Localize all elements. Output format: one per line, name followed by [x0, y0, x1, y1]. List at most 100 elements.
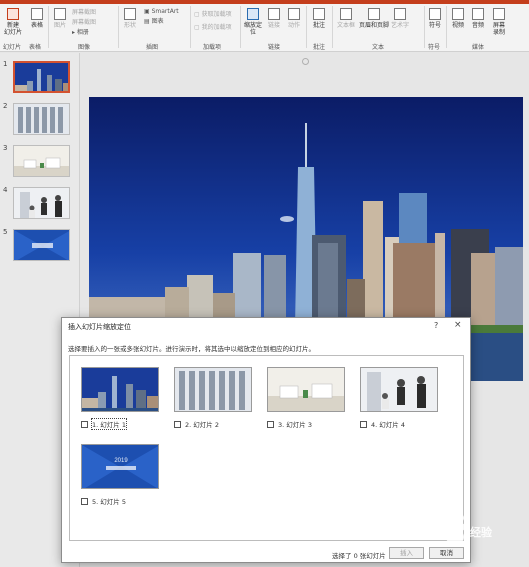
action-label: 动作: [287, 22, 300, 29]
header-footer-label: 页眉和页脚: [359, 22, 390, 29]
group-label-symbols: 符号: [428, 44, 441, 51]
dialog-titlebar[interactable]: 插入幻灯片缩放定位 ? ×: [62, 318, 470, 336]
online-pictures-button[interactable]: 屏幕截图: [72, 19, 96, 27]
link-icon: [268, 8, 280, 20]
header-footer-button[interactable]: 页眉和页脚: [359, 8, 389, 29]
blue-title-slide-image: 2019: [82, 445, 158, 488]
group-label-media: 媒体: [472, 44, 485, 51]
link-button[interactable]: 链接: [266, 8, 282, 29]
comment-button[interactable]: 批注: [310, 8, 328, 29]
shapes-button[interactable]: 形状: [122, 8, 138, 29]
slide-option-thumbnail[interactable]: [267, 367, 345, 412]
slide-option-label[interactable]: 5. 幻灯片 5: [92, 496, 126, 506]
slide-option-5[interactable]: 2019 5. 幻灯片 5: [81, 444, 163, 508]
my-addins-button[interactable]: ▢ 我的加载项: [194, 24, 232, 32]
selection-status: 选择了 0 张幻灯片: [332, 552, 386, 560]
action-button[interactable]: 动作: [286, 8, 302, 29]
slide-option-thumbnail[interactable]: [81, 367, 159, 412]
ribbon-separator: [118, 6, 119, 48]
ribbon-separator: [48, 6, 49, 48]
watermark-text: 经验: [470, 526, 492, 539]
slide-option-checkbox[interactable]: [81, 421, 88, 428]
zoom-label: 缩放定 位: [243, 22, 262, 36]
baidu-jingyan-watermark: 经验: [430, 510, 526, 550]
ribbon: 新建 幻灯片 表格 图片 屏幕截图 屏幕截图 ▸ 相册 形状 ▣ SmartAr…: [0, 0, 529, 52]
slide-thumbnail-5[interactable]: [13, 229, 70, 261]
new-slide-label: 新建 幻灯片: [3, 22, 22, 36]
get-addins-button[interactable]: ▢ 获取加载项: [194, 11, 232, 19]
help-button[interactable]: ?: [434, 321, 438, 330]
video-button[interactable]: 视频: [449, 8, 467, 29]
table-label: 表格: [30, 22, 43, 29]
photo-album-label: 相册: [76, 29, 89, 36]
shapes-label: 形状: [123, 22, 136, 29]
slide-option-thumbnail[interactable]: [174, 367, 252, 412]
thumbnail-number: 1: [3, 60, 8, 68]
comment-icon: [313, 8, 325, 20]
insert-button[interactable]: 插入: [389, 547, 424, 559]
slide-option-label[interactable]: 1. 幻灯片 1: [91, 418, 127, 430]
audio-button[interactable]: 音频: [469, 8, 487, 29]
audio-label: 音频: [471, 22, 484, 29]
images-button[interactable]: 图片: [52, 8, 68, 29]
wordart-button[interactable]: 艺术字: [391, 8, 409, 29]
office-interior-image: [14, 146, 69, 176]
comment-label: 批注: [312, 22, 325, 29]
photo-album-button[interactable]: ▸ 相册: [72, 29, 89, 37]
slide-option-thumbnail[interactable]: 2019: [81, 444, 159, 489]
thumbnail-number: 3: [3, 144, 8, 152]
slide-option-label[interactable]: 2. 幻灯片 2: [185, 419, 219, 429]
slide-option-thumbnail[interactable]: [360, 367, 438, 412]
ribbon-separator: [332, 6, 333, 48]
slide-option-label[interactable]: 4. 幻灯片 4: [371, 419, 405, 429]
images-icon: [54, 8, 66, 20]
symbols-button[interactable]: 符号: [427, 8, 443, 29]
slide-option-2[interactable]: 2. 幻灯片 2: [174, 367, 256, 431]
building-facade-image: [175, 368, 251, 411]
slide-thumbnail-2[interactable]: [13, 103, 70, 135]
images-label: 图片: [53, 22, 66, 29]
insert-slide-zoom-dialog: 插入幻灯片缩放定位 ? × 选择要插入的一张或多张幻灯片。进行演示时，将其选中以…: [61, 317, 471, 563]
slide-option-label[interactable]: 3. 幻灯片 3: [278, 419, 312, 429]
my-addins-label: 我的加载项: [201, 24, 232, 31]
speaker-icon: [472, 8, 484, 20]
chart-label: 图表: [151, 18, 164, 25]
group-label-tables: 表格: [29, 44, 42, 51]
slide-thumbnail-3[interactable]: [13, 145, 70, 177]
textbox-button[interactable]: 文本框: [335, 8, 357, 29]
zoom-button[interactable]: 缩放定 位: [243, 8, 263, 36]
new-slide-button[interactable]: 新建 幻灯片: [2, 8, 24, 36]
group-label-addins: 加载项: [203, 44, 222, 51]
ribbon-separator: [424, 6, 425, 48]
rotate-handle-icon[interactable]: [302, 58, 309, 65]
link-label: 链接: [267, 22, 280, 29]
slide-option-checkbox[interactable]: [81, 498, 88, 505]
slide-option-checkbox[interactable]: [174, 421, 181, 428]
ribbon-accent-bar: [0, 0, 529, 4]
smartart-label: SmartArt: [151, 8, 179, 15]
screen-recording-label: 屏幕 录制: [492, 22, 505, 36]
textbox-icon: [340, 8, 352, 20]
business-people-image: [361, 368, 437, 411]
slide-thumbnail-4[interactable]: [13, 187, 70, 219]
screenshot-button[interactable]: 屏幕截图: [72, 9, 96, 17]
chart-button[interactable]: ▤ 图表: [144, 18, 164, 26]
slide-thumbnail-1[interactable]: [13, 61, 70, 93]
slide-option-1[interactable]: 1. 幻灯片 1: [81, 367, 163, 431]
slide-option-checkbox[interactable]: [360, 421, 367, 428]
slide-option-4[interactable]: 4. 幻灯片 4: [360, 367, 442, 431]
smartart-button[interactable]: ▣ SmartArt: [144, 8, 179, 16]
symbols-label: 符号: [428, 22, 441, 29]
table-button[interactable]: 表格: [28, 8, 46, 29]
slide-option-checkbox[interactable]: [267, 421, 274, 428]
slide-option-3[interactable]: 3. 幻灯片 3: [267, 367, 349, 431]
close-button[interactable]: ×: [454, 320, 462, 330]
video-icon: [452, 8, 464, 20]
slide-selection-list: 1. 幻灯片 1 2. 幻灯片 2 3. 幻灯片 3 4. 幻灯片 4 2019…: [69, 355, 464, 541]
group-label-text: 文本: [372, 44, 385, 51]
group-label-illustrations: 插图: [146, 44, 159, 51]
new-slide-icon: [7, 8, 19, 20]
building-facade-image: [14, 104, 69, 134]
screen-recording-button[interactable]: 屏幕 录制: [489, 8, 509, 36]
wordart-icon: [394, 8, 406, 20]
